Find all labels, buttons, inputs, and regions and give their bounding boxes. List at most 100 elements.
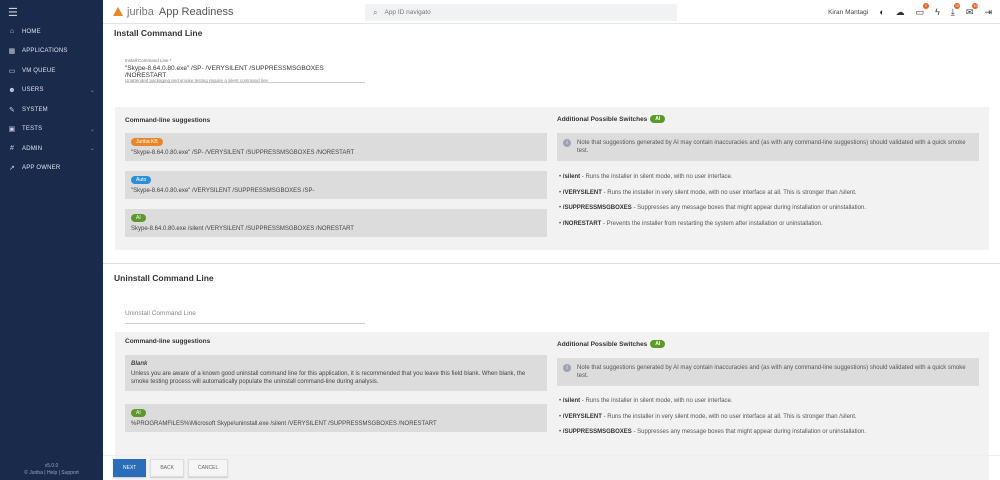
suggestions-title: Command-line suggestions bbox=[125, 117, 211, 124]
user-name[interactable]: Kiran Mantagi bbox=[828, 9, 868, 16]
switch-desc: - Runs the installer in very silent mode… bbox=[601, 189, 857, 196]
wrench-icon: ✎ bbox=[8, 106, 16, 114]
tests-icon: ▣ bbox=[8, 126, 16, 134]
install-suggestions-panel: Command-line suggestions Juriba KB "Skype… bbox=[115, 107, 989, 250]
sidebar-item-vm-queue[interactable]: ▭ VM QUEUE bbox=[0, 61, 103, 81]
switch-name: /VERYSILENT bbox=[562, 189, 602, 196]
suggestion-ai[interactable]: AI %PROGRAMFILES%\Microsoft Skype\uninst… bbox=[125, 404, 547, 432]
ai-note: i Note that suggestions generated by AI m… bbox=[557, 133, 979, 161]
suggestion-ai[interactable]: AI Skype-8.64.0.80.exe /silent /VERYSILEN… bbox=[125, 209, 547, 237]
monitor-icon[interactable]: ▭ 0 bbox=[916, 2, 930, 18]
note-text: Note that suggestions generated by AI ma… bbox=[577, 365, 966, 379]
external-link-icon: ↗ bbox=[8, 165, 16, 173]
switches-title-text: Additional Possible Switches bbox=[557, 340, 648, 348]
blank-text: Unless you are aware of a known good uni… bbox=[131, 371, 526, 385]
sidebar-item-label: HOME bbox=[22, 28, 41, 35]
chevron-down-icon: ⌄ bbox=[89, 126, 95, 133]
menu-icon[interactable]: ☰ bbox=[8, 6, 18, 19]
chevron-down-icon: ⌄ bbox=[89, 146, 95, 153]
switch-desc: - Runs the installer in silent mode, wit… bbox=[580, 398, 733, 404]
sidebar-item-label: VM QUEUE bbox=[22, 67, 56, 74]
sidebar-item-label: SYSTEM bbox=[22, 106, 48, 113]
suggestion-auto[interactable]: Auto "Skype-8.64.0.80.exe" /VERYSILENT /S… bbox=[125, 171, 547, 199]
switch-desc: - Suppresses any message boxes that migh… bbox=[631, 429, 866, 435]
info-icon: i bbox=[563, 139, 571, 147]
sidebar-item-label: ADMIN bbox=[22, 145, 43, 152]
source-badge: Auto bbox=[131, 176, 152, 184]
install-title: Install Command Line bbox=[114, 28, 203, 38]
main-content: Install Command Line Install Command Lin… bbox=[103, 25, 1000, 480]
home-icon: ⌂ bbox=[9, 28, 15, 36]
download-badge: 10 bbox=[953, 2, 960, 9]
hash-icon: # bbox=[9, 145, 15, 153]
switch-item: • /SUPPRESSMSGBOXES - Suppresses any mes… bbox=[559, 429, 866, 435]
switch-name: /SUPPRESSMSGBOXES bbox=[562, 205, 632, 211]
sidebar-item-applications[interactable]: ▦ APPLICATIONS bbox=[0, 42, 103, 62]
monitor-icon: ▭ bbox=[8, 67, 16, 75]
switch-desc: - Runs the installer in silent mode, wit… bbox=[580, 174, 733, 180]
grid-icon: ▦ bbox=[8, 48, 16, 56]
monitor-badge: 0 bbox=[923, 2, 930, 9]
search-input[interactable]: ⌕ App ID navigato bbox=[365, 4, 677, 21]
field-hint: Unattended packaging and smoke testing r… bbox=[125, 78, 268, 83]
sidebar-item-tests[interactable]: ▣ TESTS ⌄ bbox=[0, 120, 103, 140]
version: v5.0.0 bbox=[44, 463, 59, 469]
mail-icon[interactable]: ✉ 10 bbox=[966, 2, 979, 18]
sidebar-footer: v5.0.0 © Juriba | Help | Support bbox=[0, 463, 103, 477]
logout-icon[interactable]: ⇥ bbox=[984, 7, 992, 18]
juriba-logo-icon bbox=[113, 7, 123, 16]
sidebar-item-admin[interactable]: # ADMIN ⌄ bbox=[0, 139, 103, 159]
back-button[interactable]: BACK bbox=[150, 459, 184, 477]
cancel-button[interactable]: CANCEL bbox=[187, 459, 229, 477]
header: juriba App Readiness ⌕ App ID navigato K… bbox=[103, 0, 1000, 24]
sidebar-item-users[interactable]: ☻ USERS ⌄ bbox=[0, 81, 103, 101]
switch-item: • /NORESTART - Prevents the installer fr… bbox=[559, 220, 823, 227]
switch-item: • /VERYSILENT - Runs the installer in ve… bbox=[559, 189, 857, 196]
divider bbox=[103, 263, 1000, 264]
uninstall-command-field[interactable]: Uninstall Command Line bbox=[125, 308, 365, 324]
ai-badge: AI bbox=[650, 115, 666, 123]
switch-item: • /silent - Runs the installer in silent… bbox=[559, 398, 733, 404]
sidebar-item-label: APP OWNER bbox=[22, 165, 61, 172]
brand-name: juriba bbox=[127, 5, 154, 18]
switch-item: • /SUPPRESSMSGBOXES - Suppresses any mes… bbox=[559, 205, 866, 211]
suggestions-title: Command-line suggestions bbox=[125, 338, 211, 345]
ai-badge: AI bbox=[650, 340, 666, 348]
download-icon[interactable]: ⤓ 10 bbox=[951, 2, 960, 18]
uninstall-title: Uninstall Command Line bbox=[114, 273, 214, 283]
sidebar-item-system[interactable]: ✎ SYSTEM bbox=[0, 100, 103, 120]
search-icon: ⌕ bbox=[373, 7, 378, 17]
switches-title: Additional Possible Switches AI bbox=[557, 115, 666, 123]
chevron-down-icon: ⌄ bbox=[89, 87, 95, 94]
users-icon: ☻ bbox=[8, 86, 16, 94]
source-badge: Juriba KB bbox=[131, 138, 163, 146]
field-placeholder: Uninstall Command Line bbox=[125, 310, 196, 317]
switch-item: • /VERYSILENT - Runs the installer in ve… bbox=[559, 413, 857, 420]
footer: NEXT BACK CANCEL bbox=[103, 455, 1000, 480]
switch-desc: - Runs the installer in very silent mode… bbox=[601, 413, 857, 420]
suggestion-blank[interactable]: Blank Unless you are aware of a known go… bbox=[125, 355, 547, 391]
sidebar-item-app-owner[interactable]: ↗ APP OWNER bbox=[0, 159, 103, 179]
switch-name: /SUPPRESSMSGBOXES bbox=[562, 429, 632, 435]
ai-badge: AI bbox=[131, 409, 146, 417]
info-icon: i bbox=[563, 364, 571, 372]
sidebar-item-label: USERS bbox=[22, 87, 44, 94]
next-button[interactable]: NEXT bbox=[113, 459, 147, 477]
search-placeholder: App ID navigato bbox=[384, 9, 431, 16]
contrast-icon[interactable]: ◐ bbox=[879, 7, 884, 17]
suggestion-juriba-kb[interactable]: Juriba KB "Skype-8.64.0.80.exe" /SP- /VER… bbox=[125, 133, 547, 161]
suggestion-text: %PROGRAMFILES%\Microsoft Skype\uninstall… bbox=[131, 421, 437, 427]
logo[interactable]: juriba App Readiness bbox=[113, 6, 234, 18]
cloud-icon[interactable]: ☁ bbox=[896, 7, 905, 18]
source-badge: AI bbox=[131, 214, 146, 222]
switch-name: /VERYSILENT bbox=[562, 413, 602, 420]
sidebar: ☰ ⌂ HOME ▦ APPLICATIONS ▭ VM QUEUE ☻ USERS ⌄ ✎ SYS… bbox=[0, 0, 103, 480]
suggestion-text: "Skype-8.64.0.80.exe" /SP- /VERYSILENT /… bbox=[131, 150, 355, 156]
switch-name: /silent bbox=[562, 398, 581, 404]
sidebar-item-home[interactable]: ⌂ HOME bbox=[0, 22, 103, 42]
switches-title: Additional Possible Switches AI bbox=[557, 340, 666, 348]
bolt-icon[interactable]: ϟ bbox=[935, 7, 940, 17]
suggestion-text: Skype-8.64.0.80.exe /silent /VERYSILENT … bbox=[131, 226, 354, 232]
footer-links[interactable]: © Juriba | Help | Support bbox=[0, 470, 103, 477]
switch-desc: - Prevents the installer from restarting… bbox=[601, 220, 823, 227]
